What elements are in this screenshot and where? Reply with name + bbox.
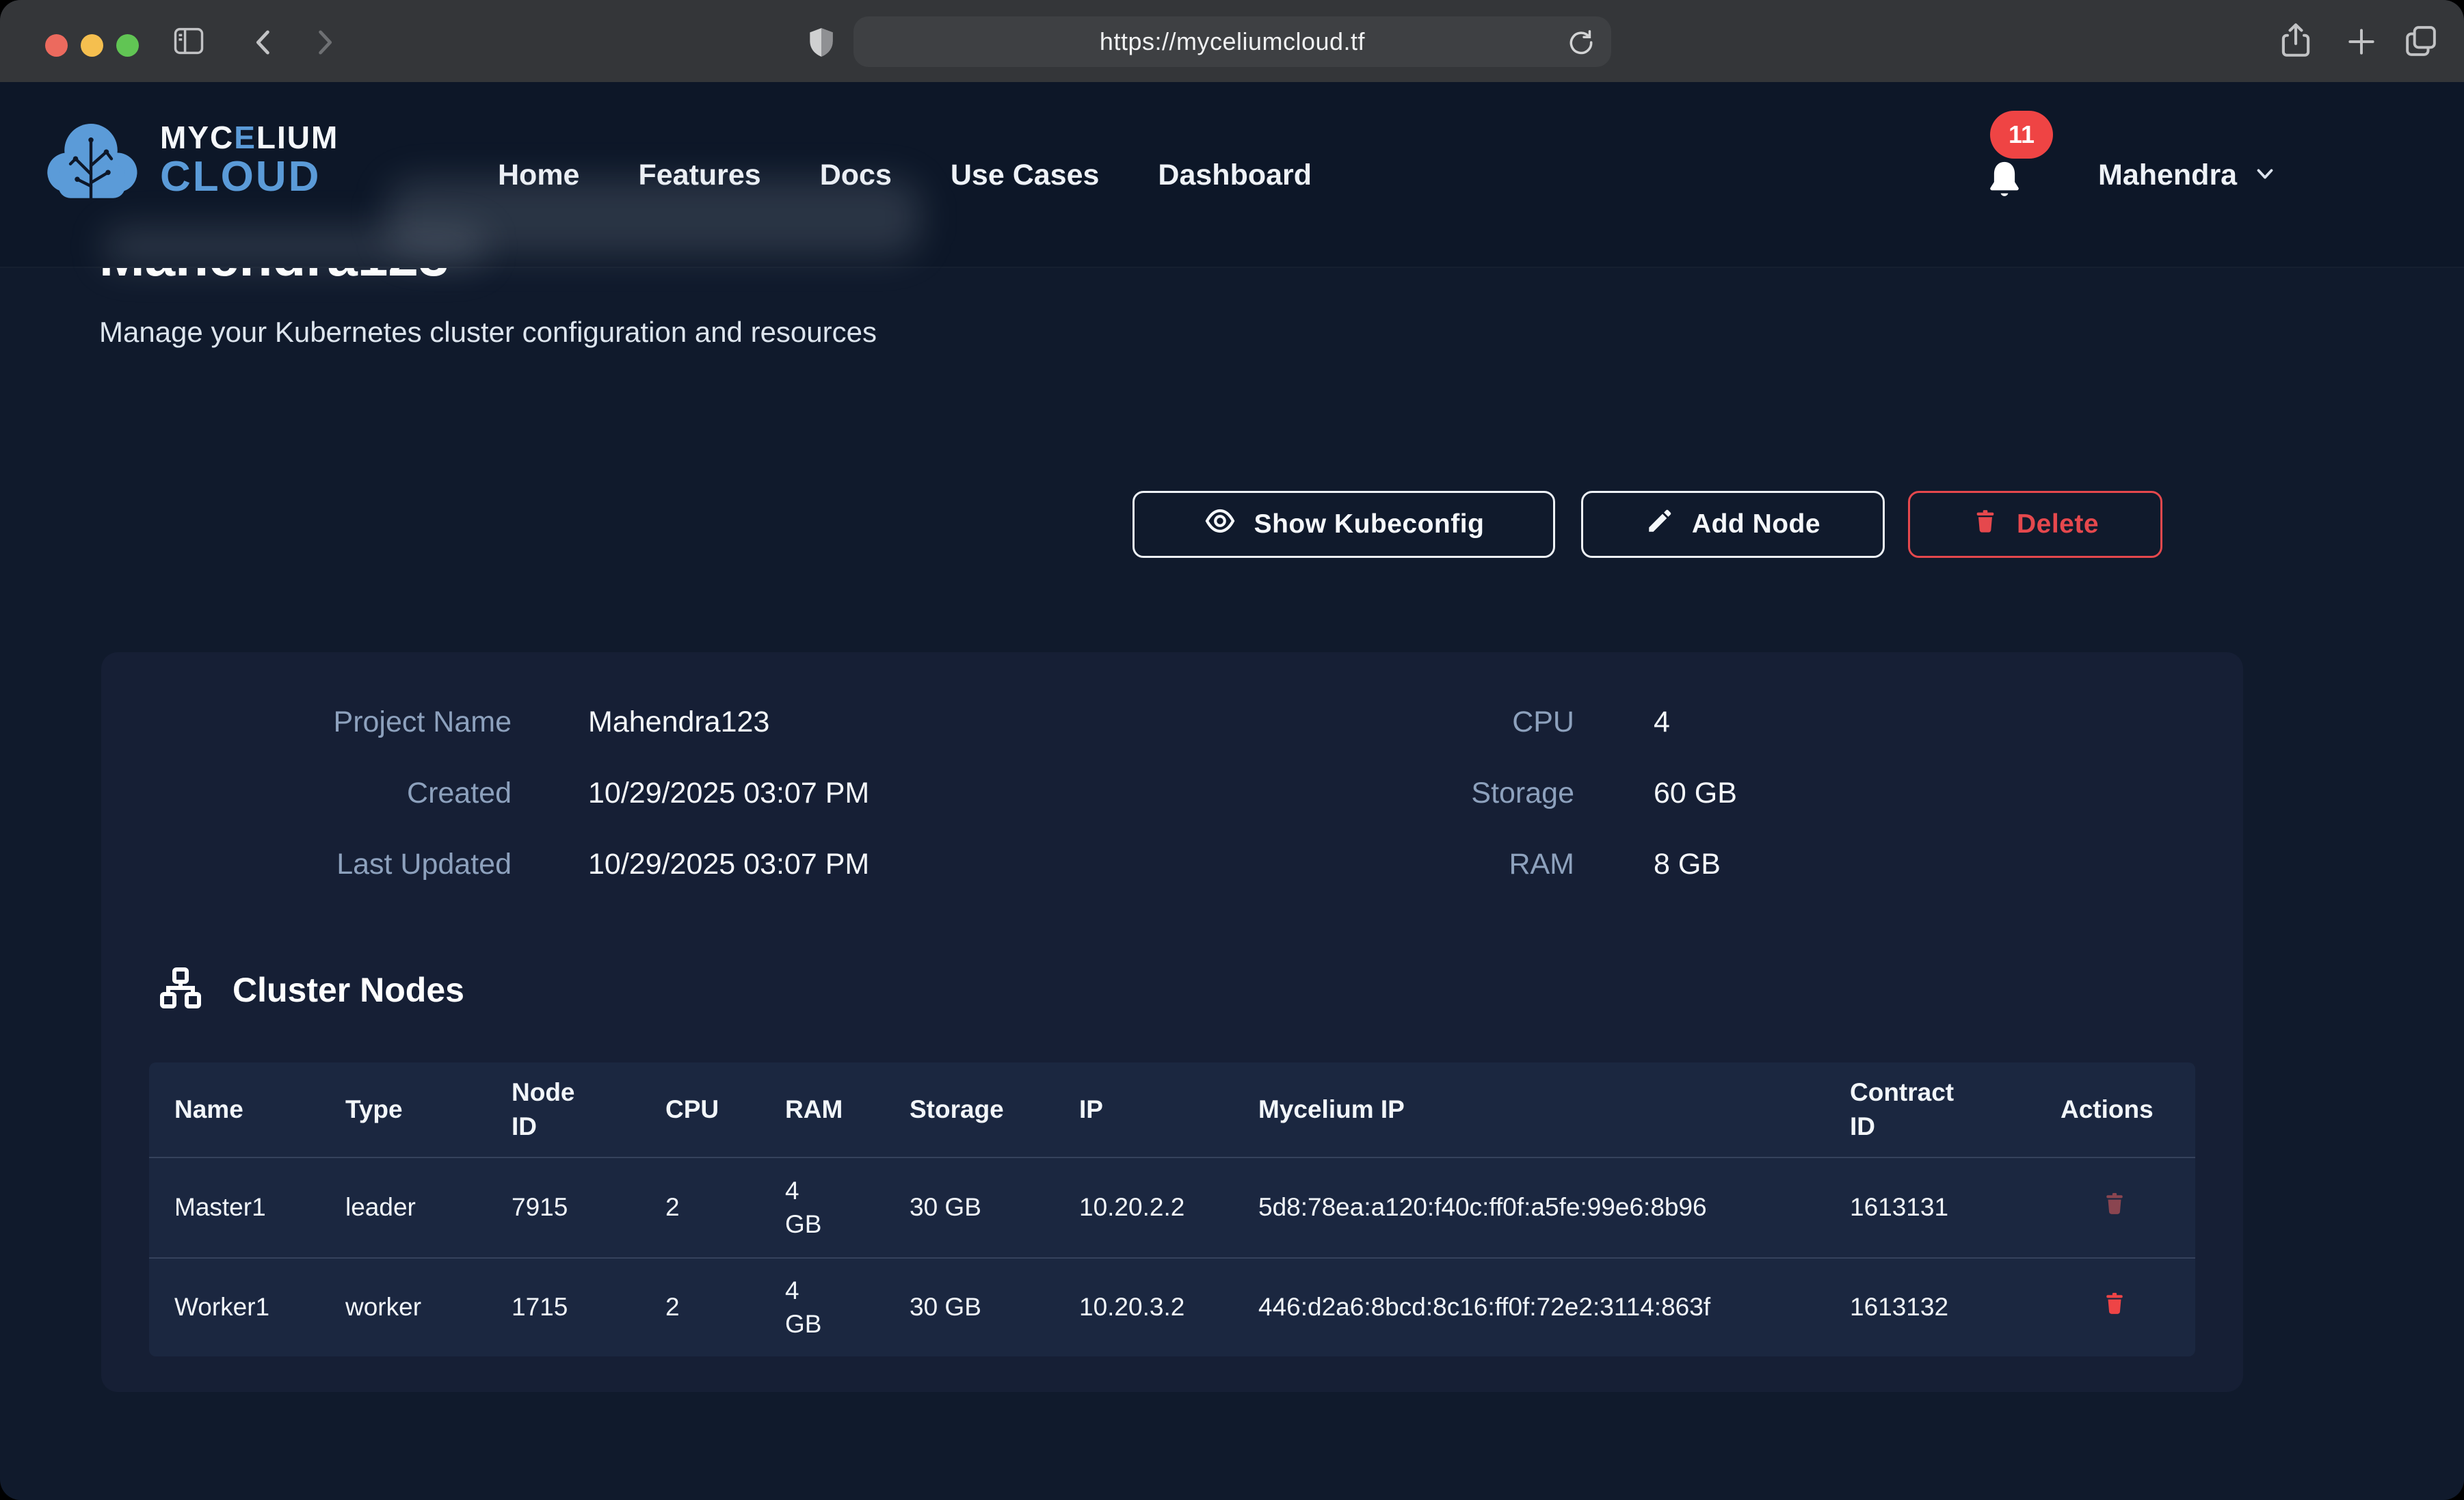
share-icon[interactable]: [2276, 21, 2316, 60]
blurred-region: [103, 227, 486, 267]
node-ip: 10.20.2.2: [1079, 1191, 1258, 1224]
node-cpu: 2: [665, 1291, 785, 1324]
col-ip: IP: [1079, 1093, 1258, 1127]
node-id: 7915: [512, 1191, 665, 1224]
new-tab-icon[interactable]: [2344, 25, 2379, 59]
show-kubeconfig-label: Show Kubeconfig: [1254, 509, 1485, 539]
node-ram: 4 GB: [785, 1175, 833, 1240]
created-value: 10/29/2025 03:07 PM: [588, 777, 869, 810]
trash-icon: [1972, 507, 1999, 541]
col-contract-id: Contract ID: [1850, 1075, 1970, 1144]
user-menu[interactable]: Mahendra: [2098, 82, 2278, 268]
delete-label: Delete: [2017, 509, 2099, 539]
page-subtitle: Manage your Kubernetes cluster configura…: [99, 316, 877, 349]
node-contract-id: 1613132: [1850, 1291, 2061, 1324]
project-name-value: Mahendra123: [588, 706, 769, 739]
forward-icon[interactable]: [306, 25, 342, 60]
window-zoom-button[interactable]: [116, 34, 139, 57]
node-name: Worker1: [149, 1291, 345, 1324]
node-name: Master1: [149, 1191, 345, 1224]
notification-badge: 11: [1990, 111, 2053, 159]
node-storage: 30 GB: [910, 1291, 1079, 1324]
ram-value: 8 GB: [1654, 848, 1721, 881]
node-ram: 4 GB: [785, 1274, 833, 1340]
browser-toolbar: https://myceliumcloud.tf: [0, 0, 2464, 82]
node-storage: 30 GB: [910, 1191, 1079, 1224]
privacy-shield-icon[interactable]: [804, 25, 838, 60]
chevron-down-icon: [2252, 161, 2278, 190]
col-node-id: Node ID: [512, 1075, 600, 1144]
sidebar-toggle-icon[interactable]: [170, 23, 208, 59]
node-type: worker: [345, 1291, 512, 1324]
notifications-button[interactable]: 11: [1970, 82, 2052, 268]
brand-wordmark: MYCELIUM CLOUD: [160, 122, 339, 198]
col-name: Name: [149, 1093, 345, 1127]
node-cpu: 2: [665, 1191, 785, 1224]
delete-node-icon[interactable]: [2102, 1290, 2128, 1324]
node-ip: 10.20.3.2: [1079, 1291, 1258, 1324]
col-storage: Storage: [910, 1093, 1079, 1127]
url-text: https://myceliumcloud.tf: [1100, 27, 1365, 56]
col-actions: Actions: [2061, 1093, 2195, 1127]
user-name: Mahendra: [2098, 159, 2237, 192]
back-icon[interactable]: [246, 25, 282, 60]
show-kubeconfig-button[interactable]: Show Kubeconfig: [1132, 491, 1555, 558]
bell-icon: [1982, 157, 2027, 206]
info-label: Storage: [1301, 777, 1574, 810]
cluster-details-panel: Project Name Mahendra123 Created 10/29/2…: [101, 652, 2243, 1392]
mycelium-cloud-logo-icon: [40, 111, 142, 209]
cpu-value: 4: [1654, 706, 1670, 739]
window-minimize-button[interactable]: [81, 34, 103, 57]
col-ram: RAM: [785, 1093, 910, 1127]
node-id: 1715: [512, 1291, 665, 1324]
col-type: Type: [345, 1093, 512, 1127]
col-mycelium-ip: Mycelium IP: [1258, 1093, 1850, 1127]
browser-window: https://myceliumcloud.tf: [0, 0, 2464, 1500]
brand-line-mycelium: MYCELIUM: [160, 122, 339, 153]
delete-cluster-button[interactable]: Delete: [1908, 491, 2162, 558]
reload-icon[interactable]: [1566, 27, 1596, 57]
info-label: Project Name: [129, 706, 512, 739]
add-node-label: Add Node: [1692, 509, 1820, 539]
info-label: Created: [129, 777, 512, 810]
eye-icon: [1204, 505, 1236, 544]
info-label: RAM: [1301, 848, 1574, 881]
node-mycelium-ip: 446:d2a6:8bcd:8c16:ff0f:72e2:3114:863f: [1258, 1291, 1829, 1324]
table-row: Master1 leader 7915 2 4 GB 30 GB 10.20.2…: [149, 1158, 2195, 1257]
add-node-button[interactable]: Add Node: [1581, 491, 1885, 558]
last-updated-value: 10/29/2025 03:07 PM: [588, 848, 869, 881]
table-header-row: Name Type Node ID CPU RAM Storage IP Myc…: [149, 1062, 2195, 1158]
window-close-button[interactable]: [45, 34, 68, 57]
sitemap-icon: [156, 963, 205, 1016]
brand-line-cloud: CLOUD: [160, 156, 339, 198]
col-cpu: CPU: [665, 1093, 785, 1127]
cluster-nodes-title: Cluster Nodes: [233, 970, 464, 1010]
node-type: leader: [345, 1191, 512, 1224]
cluster-nodes-table: Name Type Node ID CPU RAM Storage IP Myc…: [149, 1062, 2195, 1356]
table-row: Worker1 worker 1715 2 4 GB 30 GB 10.20.3…: [149, 1257, 2195, 1356]
info-label: Last Updated: [129, 848, 512, 881]
node-mycelium-ip: 5d8:78ea:a120:f40c:ff0f:a5fe:99e6:8b96: [1258, 1191, 1829, 1224]
storage-value: 60 GB: [1654, 777, 1737, 810]
nav-link-use-cases[interactable]: Use Cases: [951, 159, 1100, 192]
node-contract-id: 1613131: [1850, 1191, 2061, 1224]
delete-node-icon[interactable]: [2102, 1190, 2128, 1224]
address-bar[interactable]: https://myceliumcloud.tf: [853, 16, 1611, 67]
tab-overview-icon[interactable]: [2402, 22, 2440, 60]
cluster-nodes-header: Cluster Nodes: [156, 963, 464, 1016]
info-label: CPU: [1301, 706, 1574, 739]
brand-logo[interactable]: MYCELIUM CLOUD: [40, 111, 339, 209]
pencil-icon: [1645, 507, 1674, 542]
nav-link-dashboard[interactable]: Dashboard: [1158, 159, 1312, 192]
